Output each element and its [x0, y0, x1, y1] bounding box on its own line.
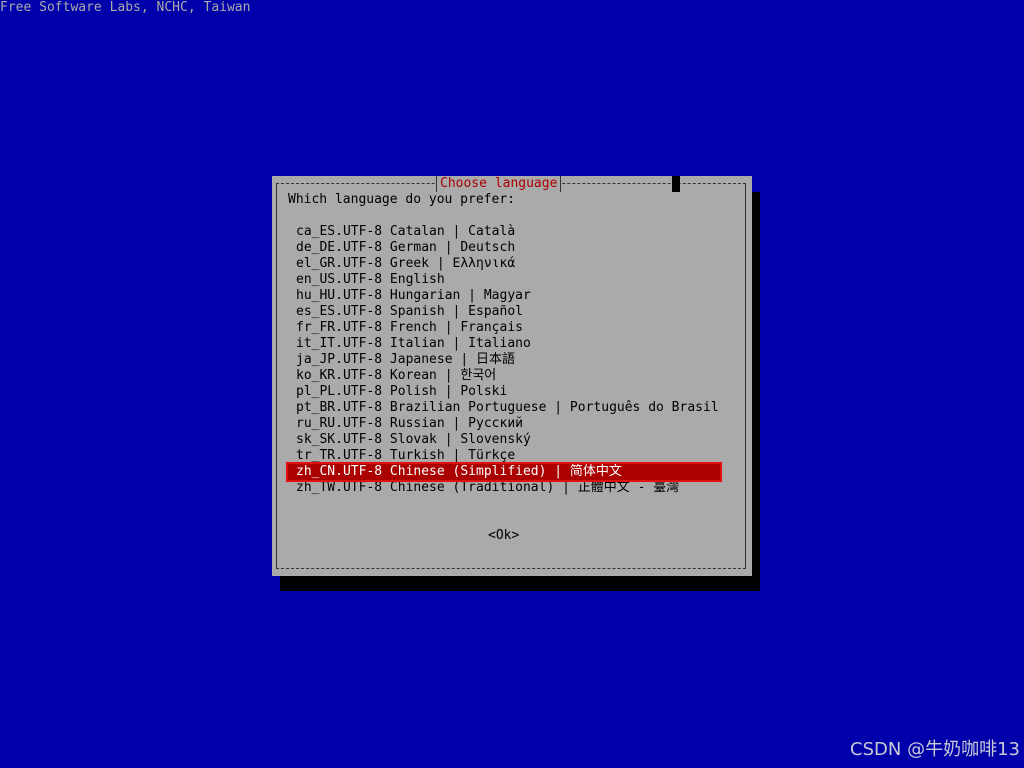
language-option-selected[interactable]: zh_CN.UTF-8 Chinese (Simplified) | 简体中文 — [286, 462, 722, 482]
language-option[interactable]: ru_RU.UTF-8 Russian | Русский — [288, 416, 732, 432]
dialog-title: Choose language — [436, 176, 562, 192]
language-list: ca_ES.UTF-8 Catalan | Català de_DE.UTF-8… — [286, 224, 732, 496]
ok-button[interactable]: <Ok> — [488, 528, 519, 544]
language-option[interactable]: zh_TW.UTF-8 Chinese (Traditional) | 正體中文… — [288, 480, 732, 496]
language-option[interactable]: sk_SK.UTF-8 Slovak | Slovenský — [288, 432, 732, 448]
choose-language-dialog: Choose language Which language do you pr… — [272, 176, 752, 576]
language-option[interactable]: hu_HU.UTF-8 Hungarian | Magyar — [288, 288, 732, 304]
backtitle: Free Software Labs, NCHC, Taiwan — [0, 0, 251, 15]
language-option[interactable]: tr_TR.UTF-8 Turkish | Türkçe — [288, 448, 732, 464]
language-option[interactable]: ja_JP.UTF-8 Japanese | 日本語 — [288, 352, 732, 368]
language-option[interactable]: it_IT.UTF-8 Italian | Italiano — [288, 336, 732, 352]
language-option[interactable]: en_US.UTF-8 English — [288, 272, 732, 288]
text-cursor — [672, 176, 680, 192]
language-option[interactable]: es_ES.UTF-8 Spanish | Español — [288, 304, 732, 320]
language-option[interactable]: pl_PL.UTF-8 Polish | Polski — [288, 384, 732, 400]
language-option[interactable]: el_GR.UTF-8 Greek | Ελληνικά — [288, 256, 732, 272]
language-option[interactable]: ca_ES.UTF-8 Catalan | Català — [288, 224, 732, 240]
language-option[interactable]: ko_KR.UTF-8 Korean | 한국어 — [288, 368, 732, 384]
language-option[interactable]: pt_BR.UTF-8 Brazilian Portuguese | Portu… — [288, 400, 732, 416]
language-option[interactable]: de_DE.UTF-8 German | Deutsch — [288, 240, 732, 256]
dialog-prompt: Which language do you prefer: — [288, 192, 515, 207]
watermark: CSDN @牛奶咖啡13 — [850, 739, 1020, 760]
language-option[interactable]: fr_FR.UTF-8 French | Français — [288, 320, 732, 336]
